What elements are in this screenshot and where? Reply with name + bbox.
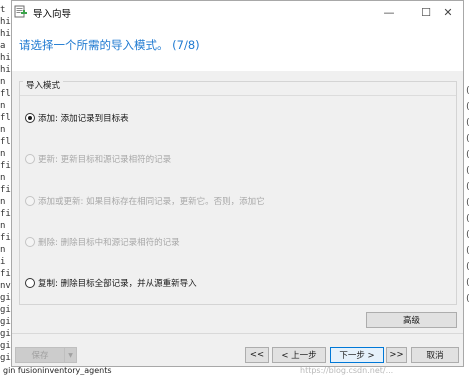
background-text-fragment: n <box>0 245 6 255</box>
screen: t hi hi a hi hi n fl n fl n fl n fi n fi n fi n fi n i fi nv gi g… <box>0 0 474 375</box>
radio-button-delete <box>25 237 35 247</box>
cancel-button[interactable]: 取消 <box>411 347 459 363</box>
watermark: https://blog.csdn.net/... <box>300 367 394 375</box>
background-text-fragment: fl <box>0 89 11 99</box>
background-text-fragment: a <box>0 41 6 51</box>
radio-option-copy[interactable]: 复制: 删除目标全部记录，并从源重新导入 <box>25 277 197 289</box>
background-text-fragment: ( <box>465 182 471 192</box>
background-text-fragment: ( <box>465 166 471 176</box>
close-icon: ✕ <box>443 5 453 19</box>
wizard-app-icon <box>14 5 27 18</box>
background-text-fragment: t <box>0 5 6 15</box>
background-text-bottom: gin fusioninventory_agents https://blog.… <box>0 367 474 375</box>
background-text-fragment: gi <box>0 317 11 327</box>
group-divider <box>20 95 456 96</box>
background-text-fragment: hi <box>0 17 11 27</box>
background-text-fragment: n <box>0 221 6 231</box>
radio-button-append[interactable] <box>25 113 35 123</box>
background-text-fragment: ( <box>465 214 471 224</box>
background-text-fragment: hi <box>0 53 11 63</box>
background-text-fragment: ( <box>465 198 471 208</box>
radio-option-delete: 删除: 删除目标中和源记录相符的记录 <box>25 236 180 248</box>
background-text-fragment: fl <box>0 137 11 147</box>
background-text-fragment: gi <box>0 293 11 303</box>
previous-button[interactable]: < 上一步 <box>272 347 326 363</box>
radio-option-update: 更新: 更新目标和源记录相符的记录 <box>25 153 171 165</box>
radio-option-append-or-update: 添加或更新: 如果目标存在相同记录，更新它。否则，添加它 <box>25 195 265 207</box>
background-text-fragment: ( <box>465 102 471 112</box>
last-step-button[interactable]: >> <box>386 347 407 363</box>
background-text-fragment: hi <box>0 65 11 75</box>
step-instruction: 请选择一个所需的导入模式。 (7/8) <box>19 38 200 52</box>
background-text-left: t hi hi a hi hi n fl n fl n fl n fi n fi n fi n fi n i fi nv gi g… <box>0 0 11 375</box>
radio-label-append: 添加: 添加记录到目标表 <box>38 114 129 124</box>
window-title: 导入向导 <box>33 9 72 20</box>
wizard-header: 请选择一个所需的导入模式。 (7/8) <box>12 25 463 71</box>
background-text-fragment: ( <box>465 294 471 304</box>
background-text-fragment: n <box>0 125 6 135</box>
background-text-fragment: ( <box>465 262 471 272</box>
background-text-fragment: n <box>0 149 6 159</box>
import-mode-legend: 导入模式 <box>23 81 64 91</box>
next-button[interactable]: 下一步 > <box>330 347 384 363</box>
background-text-fragment: n <box>0 173 6 183</box>
background-text-fragment: i <box>0 257 6 267</box>
background-bottom-line: gin fusioninventory_agents <box>3 367 112 375</box>
maximize-icon: ☐ <box>421 5 431 19</box>
background-text-fragment: n <box>0 197 6 207</box>
radio-label-append-or-update: 添加或更新: 如果目标存在相同记录，更新它。否则，添加它 <box>38 197 265 207</box>
title-bar[interactable]: 导入向导 — ☐ ✕ <box>12 1 463 25</box>
radio-button-copy[interactable] <box>25 278 35 288</box>
background-text-fragment: fi <box>0 185 11 195</box>
save-button: 保存 <box>15 347 65 363</box>
radio-option-append[interactable]: 添加: 添加记录到目标表 <box>25 112 129 124</box>
import-wizard-dialog: 导入向导 — ☐ ✕ 请选择一个所需的导入模式。 (7/8) 导入模式 添加: … <box>11 0 464 367</box>
background-text-fragment: gi <box>0 353 11 363</box>
advanced-button[interactable]: 高级 <box>366 312 457 328</box>
background-text-right: ( ( ( ( ( ( ( ( ( ( ( ( ( ( <box>464 0 474 375</box>
background-text-fragment: ( <box>465 134 471 144</box>
background-text-fragment: hi <box>0 29 11 39</box>
footer-divider <box>12 333 463 334</box>
radio-button-append-or-update <box>25 196 35 206</box>
background-text-fragment: gi <box>0 341 11 351</box>
background-text-fragment: ( <box>465 86 471 96</box>
background-text-fragment: gi <box>0 329 11 339</box>
background-text-fragment: fi <box>0 269 11 279</box>
first-step-button[interactable]: << <box>245 347 269 363</box>
import-mode-group: 导入模式 添加: 添加记录到目标表 更新: 更新目标和源记录相符的记录 添加或更… <box>19 81 457 305</box>
background-text-fragment: ( <box>465 118 471 128</box>
background-text-fragment: fl <box>0 113 11 123</box>
radio-label-update: 更新: 更新目标和源记录相符的记录 <box>38 155 172 165</box>
save-dropdown-icon: ▼ <box>65 347 77 363</box>
background-text-fragment: ( <box>465 150 471 160</box>
close-button[interactable]: ✕ <box>432 1 464 23</box>
background-text-fragment: n <box>0 101 6 111</box>
background-text-fragment: n <box>0 77 6 87</box>
background-text-fragment: ( <box>465 230 471 240</box>
background-text-fragment: ( <box>465 278 471 288</box>
background-text-fragment: fi <box>0 161 11 171</box>
save-split-button: 保存 ▼ <box>15 347 77 363</box>
background-text-fragment: fi <box>0 209 11 219</box>
background-text-fragment: fi <box>0 233 11 243</box>
radio-label-copy: 复制: 删除目标全部记录，并从源重新导入 <box>38 279 197 289</box>
background-text-fragment: ( <box>465 246 471 256</box>
radio-label-delete: 删除: 删除目标中和源记录相符的记录 <box>38 238 180 248</box>
minimize-icon: — <box>383 5 395 19</box>
background-text-fragment: gi <box>0 305 11 315</box>
radio-button-update <box>25 154 35 164</box>
background-text-fragment: nv <box>0 281 11 291</box>
